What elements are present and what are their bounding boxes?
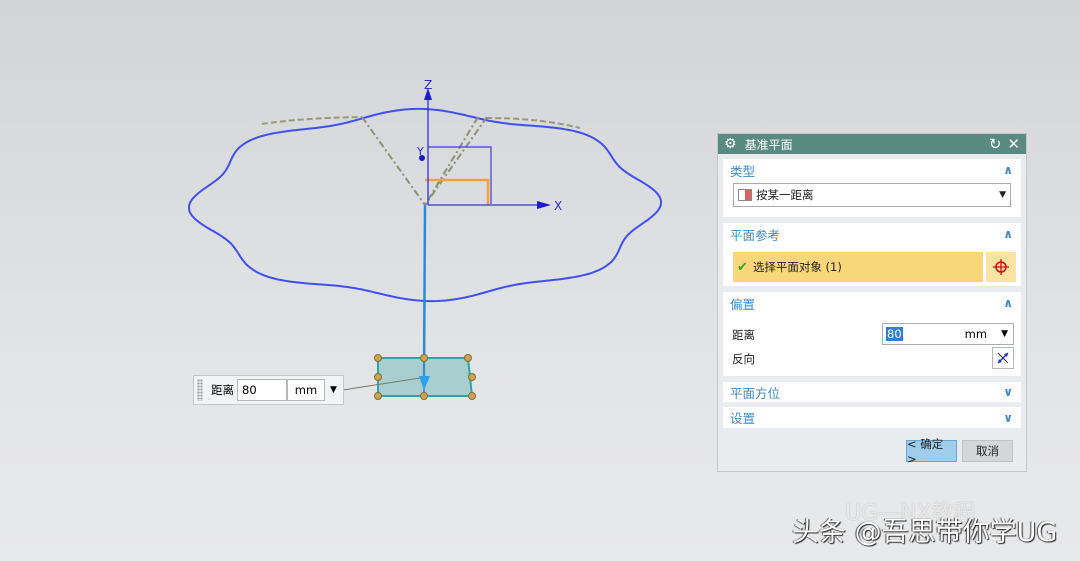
dropdown-arrow-icon[interactable]: ▼ [1001, 329, 1008, 339]
floating-distance-input[interactable]: 距离 80 mm ▼ [193, 375, 344, 405]
plane-reference-label: 平面参考 [730, 227, 781, 243]
construction-line [361, 116, 426, 206]
type-section: 类型 ∧ 按某一距离 ▼ [723, 159, 1021, 217]
type-section-header[interactable]: 类型 ∧ [723, 159, 1021, 181]
ok-button[interactable]: < 确定 > [906, 437, 957, 466]
construction-line [424, 116, 488, 206]
plane-orientation-label: 平面方位 [730, 385, 781, 401]
chevron-down-icon[interactable]: ∨ [1003, 411, 1013, 425]
x-axis-label: X [554, 199, 562, 213]
offset-section: 偏置 ∧ 距离 80 mm ▼ 反向 [723, 292, 1021, 376]
distance-value-input[interactable]: 80 [237, 379, 287, 401]
resize-handle[interactable] [374, 354, 382, 362]
type-dropdown[interactable]: 按某一距离 ▼ [733, 183, 1011, 207]
distance-input[interactable]: 80 mm ▼ [882, 323, 1014, 345]
plane-reference-section: 平面参考 ∧ ✔ 选择平面对象 (1) [723, 223, 1021, 286]
resize-handle[interactable] [374, 373, 382, 381]
unit-dropdown-icon[interactable]: ▼ [330, 385, 337, 395]
dropdown-arrow-icon: ▼ [999, 190, 1006, 200]
type-value: 按某一距离 [756, 188, 814, 202]
settings-label: 设置 [730, 411, 756, 426]
plane-reference-header[interactable]: 平面参考 ∧ [723, 223, 1021, 245]
distance-label: 距离 [211, 383, 234, 397]
distance-value[interactable]: 80 [886, 327, 903, 341]
cancel-button[interactable]: 取消 [962, 440, 1013, 462]
offset-header[interactable]: 偏置 ∧ [723, 292, 1021, 314]
y-axis-label: Y [416, 145, 424, 158]
type-section-label: 类型 [730, 163, 756, 179]
chevron-up-icon[interactable]: ∧ [1003, 296, 1013, 310]
chevron-up-icon[interactable]: ∧ [1003, 227, 1013, 241]
point-selector-button[interactable] [986, 252, 1016, 282]
crosshair-icon [993, 259, 1009, 275]
dialog-title: 基准平面 [744, 137, 793, 152]
datum-plane-dialog: ⚙ 基准平面 ↻ ✕ 类型 ∧ 按某一距离 ▼ 平面参考 ∧ ✔ 选择平面对象 (1… [717, 133, 1027, 472]
resize-handle[interactable] [468, 373, 476, 381]
resize-handle[interactable] [374, 392, 382, 400]
dialog-title-bar[interactable]: ⚙ 基准平面 ↻ ✕ [718, 134, 1026, 154]
distance-label: 距离 [732, 328, 755, 342]
unit-field[interactable]: mm [287, 379, 325, 401]
settings-section[interactable]: 设置 ∨ [723, 407, 1021, 428]
watermark: 头条 @吾思带你学UG [792, 517, 1058, 548]
z-axis-label: Z [424, 78, 432, 92]
reverse-label: 反向 [732, 352, 755, 366]
resize-handle[interactable] [464, 354, 472, 362]
x-arrow-icon [537, 201, 551, 209]
drag-grip-icon[interactable] [197, 379, 203, 401]
chevron-up-icon[interactable]: ∧ [1003, 163, 1013, 177]
resize-handle[interactable] [420, 392, 428, 400]
offset-label: 偏置 [730, 296, 756, 312]
construction-line [424, 116, 479, 206]
reset-icon[interactable]: ↻ [989, 135, 1002, 153]
select-plane-label: 选择平面对象 (1) [752, 260, 842, 274]
resize-handle[interactable] [420, 354, 428, 362]
checkmark-icon: ✔ [737, 259, 748, 275]
reverse-arrows-icon [997, 352, 1009, 364]
chevron-down-icon[interactable]: ∨ [1003, 385, 1013, 399]
gear-icon: ⚙ [724, 136, 737, 152]
select-plane-object[interactable]: ✔ 选择平面对象 (1) [733, 252, 983, 282]
plane-orientation-section[interactable]: 平面方位 ∨ [723, 382, 1021, 402]
distance-plane-icon [738, 189, 752, 201]
reverse-direction-button[interactable] [992, 347, 1014, 369]
close-icon[interactable]: ✕ [1007, 135, 1020, 153]
resize-handle[interactable] [468, 392, 476, 400]
distance-unit: mm [964, 327, 988, 341]
offset-direction-line [422, 204, 427, 379]
